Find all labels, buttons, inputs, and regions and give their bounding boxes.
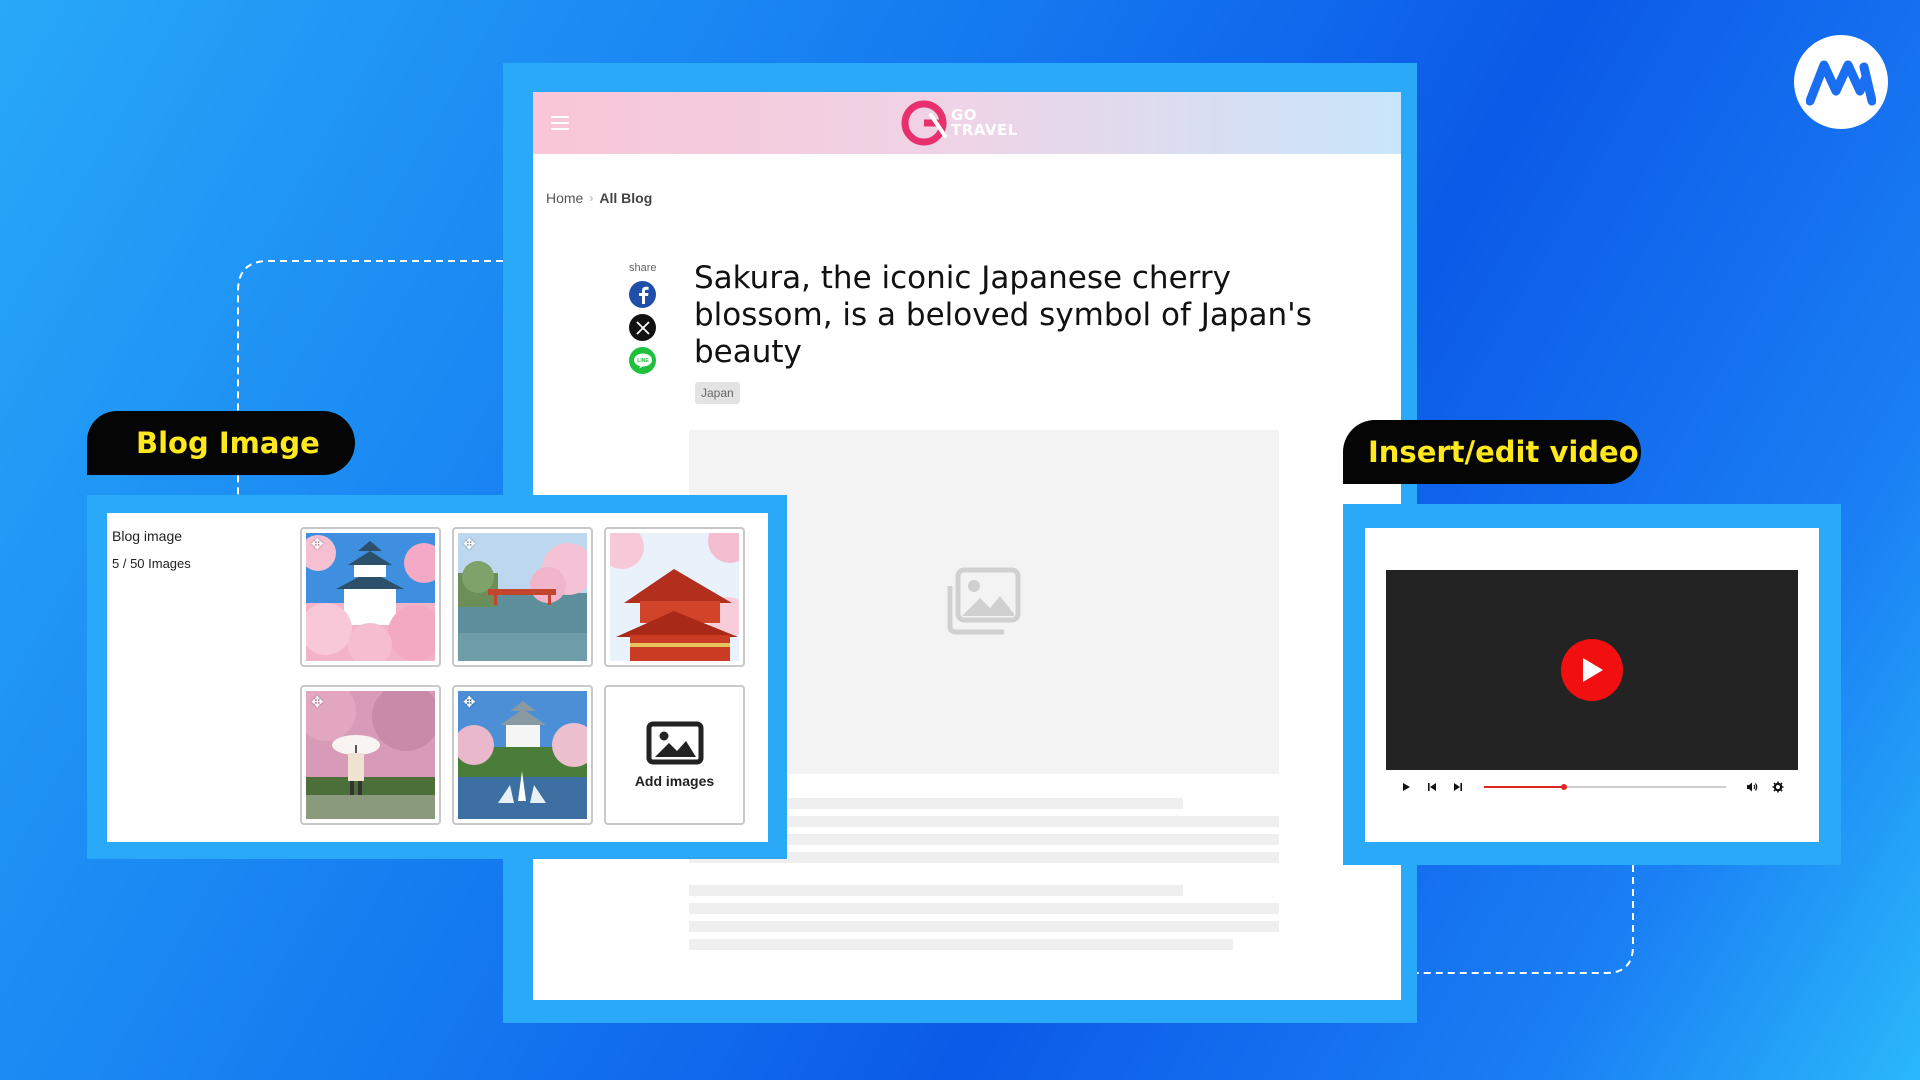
facebook-icon[interactable] <box>629 281 657 308</box>
blog-image-callout: Blog Image <box>87 411 355 475</box>
article-title: Sakura, the iconic Japanese cherry bloss… <box>694 260 1312 370</box>
volume-icon[interactable] <box>1744 779 1760 795</box>
add-images-label: Add images <box>634 773 715 789</box>
add-images-button[interactable]: Add images <box>604 685 745 825</box>
breadcrumb-current[interactable]: All Blog <box>599 190 652 206</box>
video-progress-fill <box>1484 786 1564 788</box>
video-callout: Insert/edit video <box>1343 420 1641 484</box>
add-image-icon <box>646 721 703 765</box>
drag-handle-icon[interactable]: ✥ <box>311 695 324 710</box>
drag-handle-icon[interactable]: ✥ <box>311 537 324 552</box>
share-bar: share LINE <box>629 262 657 374</box>
river-bridge-image: ✥ <box>458 533 587 661</box>
line-icon-text: LINE <box>637 358 649 364</box>
site-logo[interactable]: GO TRAVEL <box>901 100 1018 146</box>
article-tag[interactable]: Japan <box>695 382 740 404</box>
breadcrumb-home[interactable]: Home <box>546 190 583 206</box>
play-icon <box>1583 658 1603 682</box>
content-skeleton-line <box>689 903 1279 914</box>
next-icon[interactable] <box>1450 779 1466 795</box>
image-thumbnail[interactable]: ✥ <box>300 527 441 667</box>
play-button[interactable] <box>1561 639 1623 701</box>
logo-word-travel: TRAVEL <box>951 121 1018 139</box>
drag-handle-icon[interactable]: ✥ <box>463 537 476 552</box>
content-skeleton-line <box>689 921 1279 932</box>
video-progress-bar[interactable] <box>1484 784 1726 790</box>
line-icon[interactable]: LINE <box>629 347 657 374</box>
play-small-icon[interactable] <box>1398 779 1414 795</box>
settings-icon[interactable] <box>1770 779 1786 795</box>
drag-handle-icon[interactable]: ✥ <box>463 695 476 710</box>
previous-icon[interactable] <box>1424 779 1440 795</box>
menu-icon[interactable] <box>551 116 569 130</box>
umbrella-sakura-image: ✥ <box>306 691 435 819</box>
image-thumbnail[interactable]: ✥ <box>452 527 593 667</box>
blog-image-title: Blog image <box>112 528 183 544</box>
go-travel-logo-icon <box>901 100 947 146</box>
image-count: 5 / 50 Images <box>112 556 191 571</box>
share-label: share <box>629 262 657 274</box>
breadcrumb-separator: › <box>589 191 594 205</box>
pagoda-sakura-image <box>610 533 739 661</box>
content-skeleton-line <box>689 885 1183 896</box>
image-thumbnail[interactable]: ✥ <box>300 685 441 825</box>
video-progress-handle[interactable] <box>1560 784 1567 790</box>
castle-sakura-image: ✥ <box>306 533 435 661</box>
site-header: GO TRAVEL <box>533 92 1401 154</box>
video-controls <box>1386 774 1798 800</box>
image-placeholder-icon <box>947 567 1021 635</box>
video-player[interactable] <box>1386 570 1798 770</box>
breadcrumb: Home › All Blog <box>546 190 652 206</box>
castle-fountain-image: ✥ <box>458 691 587 819</box>
x-icon[interactable] <box>629 314 657 341</box>
image-thumbnail[interactable] <box>604 527 745 667</box>
brand-logo <box>1794 35 1888 129</box>
content-skeleton-line <box>689 939 1233 950</box>
blog-image-panel: Blog image 5 / 50 Images ✥ ✥ ✥ ✥ Add ima… <box>107 513 768 842</box>
image-thumbnail[interactable]: ✥ <box>452 685 593 825</box>
video-panel <box>1365 528 1819 842</box>
